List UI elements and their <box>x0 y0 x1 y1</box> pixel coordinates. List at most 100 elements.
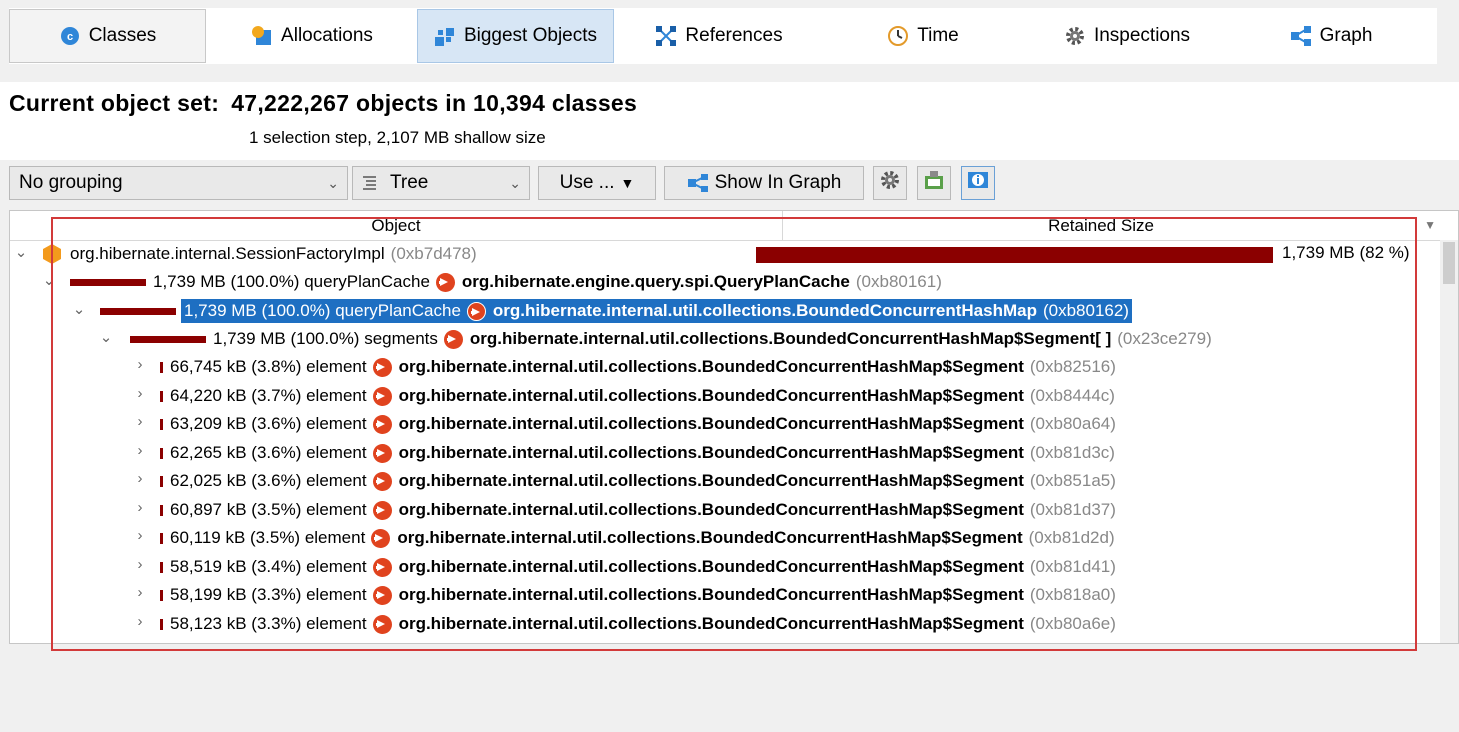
chevron-right-icon[interactable]: › <box>133 584 147 601</box>
page-title: Current object set: 47,222,267 objects in… <box>9 90 637 117</box>
view-tab-bar: c Classes Allocations Biggest Objects Re… <box>0 0 1459 70</box>
use-dropdown-button[interactable]: Use ... ▼ <box>538 166 656 200</box>
reference-size: 62,265 kB (3.6%) <box>170 443 302 462</box>
reference-size: 60,897 kB (3.5%) <box>170 500 302 519</box>
column-header-object[interactable]: Object <box>10 216 782 236</box>
table-row[interactable]: › 66,745 kB (3.8%) element org.hibernate.… <box>10 353 1442 381</box>
info-button[interactable] <box>961 166 995 200</box>
object-class: org.hibernate.internal.util.collections.… <box>398 414 1024 433</box>
view-mode-select[interactable]: Tree ⌄ <box>352 166 530 200</box>
tab-label: Classes <box>88 25 157 46</box>
table-row-selected-hashmap[interactable]: ⌄ 1,739 MB (100.0%) queryPlanCache org.h… <box>10 297 1442 325</box>
object-address: (0xb8444c) <box>1029 386 1115 405</box>
reference-size: 1,739 MB (100.0%) <box>153 272 300 291</box>
chevron-right-icon[interactable]: › <box>133 527 147 544</box>
reference-field: element <box>306 500 367 519</box>
chevron-down-icon[interactable]: ⌄ <box>99 328 113 346</box>
table-row[interactable]: › 58,519 kB (3.4%) element org.hibernate.… <box>10 553 1442 581</box>
table-row-query-plan-cache[interactable]: ⌄ 1,739 MB (100.0%) queryPlanCache org.h… <box>10 268 1442 296</box>
grouping-select[interactable]: No grouping ⌄ <box>9 166 348 200</box>
object-address: (0xb7d478) <box>390 244 477 263</box>
reference-field: element <box>306 443 367 462</box>
reference-arrow-icon <box>372 557 392 577</box>
tab-graph[interactable]: Graph <box>1232 9 1430 63</box>
use-label: Use ... <box>559 172 615 193</box>
reference-arrow-icon <box>466 301 486 321</box>
gear-icon <box>879 169 901 197</box>
object-address: (0xb851a5) <box>1029 471 1116 490</box>
show-in-graph-button[interactable]: Show In Graph <box>664 166 864 200</box>
chevron-down-icon: ⌄ <box>327 175 339 191</box>
tree-view-icon <box>362 175 378 191</box>
object-address: (0x23ce279) <box>1117 329 1212 348</box>
table-row[interactable]: › 58,199 kB (3.3%) element org.hibernate.… <box>10 581 1442 609</box>
retained-size-bar <box>160 475 163 487</box>
chevron-right-icon[interactable]: › <box>133 556 147 573</box>
table-row-root[interactable]: ⌄ org.hibernate.internal.SessionFactoryI… <box>10 240 1442 268</box>
references-icon <box>655 25 677 47</box>
chevron-down-icon[interactable]: ⌄ <box>14 243 28 261</box>
tab-allocations[interactable]: Allocations <box>212 9 412 63</box>
allocations-icon <box>251 25 273 47</box>
reference-arrow-icon <box>372 585 392 605</box>
reference-size: 1,739 MB (100.0%) <box>184 301 331 320</box>
vertical-scrollbar[interactable] <box>1440 240 1458 643</box>
object-address: (0xb81d2d) <box>1028 528 1115 547</box>
tab-time[interactable]: Time <box>824 9 1022 63</box>
table-row[interactable]: › 62,265 kB (3.6%) element org.hibernate.… <box>10 439 1442 467</box>
column-header-retained-size[interactable]: Retained Size <box>782 211 1419 240</box>
object-class: org.hibernate.internal.util.collections.… <box>398 386 1024 405</box>
object-class: org.hibernate.internal.util.collections.… <box>398 557 1024 576</box>
reference-size: 63,209 kB (3.6%) <box>170 414 302 433</box>
reference-size: 58,199 kB (3.3%) <box>170 585 302 604</box>
tab-label: References <box>685 25 783 46</box>
reference-field: element <box>306 585 367 604</box>
object-address: (0xb818a0) <box>1029 585 1116 604</box>
object-address: (0xb81d37) <box>1029 500 1116 519</box>
tab-classes[interactable]: c Classes <box>9 9 206 63</box>
reference-size: 64,220 kB (3.7%) <box>170 386 302 405</box>
table-row[interactable]: › 58,123 kB (3.3%) element org.hibernate.… <box>10 610 1442 638</box>
retained-size-bar <box>160 447 163 459</box>
reference-arrow-icon <box>443 329 463 349</box>
export-button[interactable] <box>917 166 951 200</box>
chevron-right-icon[interactable]: › <box>133 385 147 402</box>
object-address: (0xb81d3c) <box>1029 443 1115 462</box>
table-row[interactable]: › 60,897 kB (3.5%) element org.hibernate.… <box>10 496 1442 524</box>
tab-inspections[interactable]: Inspections <box>1028 9 1226 63</box>
retained-size-bar <box>160 418 163 430</box>
title-label: Current object set: <box>9 90 220 116</box>
retained-size-bar <box>160 532 163 544</box>
chevron-right-icon[interactable]: › <box>133 442 147 459</box>
chevron-right-icon[interactable]: › <box>133 499 147 516</box>
chevron-right-icon[interactable]: › <box>133 613 147 630</box>
retained-size-bar <box>130 335 206 343</box>
table-row[interactable]: › 60,119 kB (3.5%) element org.hibernate.… <box>10 524 1442 552</box>
table-row[interactable]: › 62,025 kB (3.6%) element org.hibernate.… <box>10 467 1442 495</box>
chevron-right-icon[interactable]: › <box>133 356 147 373</box>
object-class: org.hibernate.internal.util.collections.… <box>492 301 1037 320</box>
table-row[interactable]: › 63,209 kB (3.6%) element org.hibernate.… <box>10 410 1442 438</box>
chevron-down-icon: ⌄ <box>509 175 521 191</box>
tab-references[interactable]: References <box>620 9 818 63</box>
scrollbar-thumb[interactable] <box>1443 242 1455 284</box>
object-address: (0xb81d41) <box>1029 557 1116 576</box>
chevron-down-icon[interactable]: ⌄ <box>42 271 56 289</box>
retained-size-bar <box>160 504 163 516</box>
retained-size-bar <box>160 361 163 373</box>
table-row[interactable]: › 64,220 kB (3.7%) element org.hibernate.… <box>10 382 1442 410</box>
reference-arrow-icon <box>372 443 392 463</box>
settings-button[interactable] <box>873 166 907 200</box>
tab-biggest-objects[interactable]: Biggest Objects <box>417 9 614 63</box>
table-row-segments[interactable]: ⌄ 1,739 MB (100.0%) segments org.hiberna… <box>10 325 1442 353</box>
chevron-right-icon[interactable]: › <box>133 413 147 430</box>
retained-size-bar <box>100 307 176 315</box>
clock-icon <box>887 25 909 47</box>
selected-row-highlight[interactable]: 1,739 MB (100.0%) queryPlanCache org.hib… <box>181 299 1132 323</box>
reference-arrow-icon <box>372 357 392 377</box>
chevron-down-icon[interactable]: ⌄ <box>72 300 86 318</box>
reference-field: queryPlanCache <box>335 301 461 320</box>
reference-arrow-icon <box>372 471 392 491</box>
column-header-label: Retained Size <box>1048 216 1154 235</box>
chevron-right-icon[interactable]: › <box>133 470 147 487</box>
